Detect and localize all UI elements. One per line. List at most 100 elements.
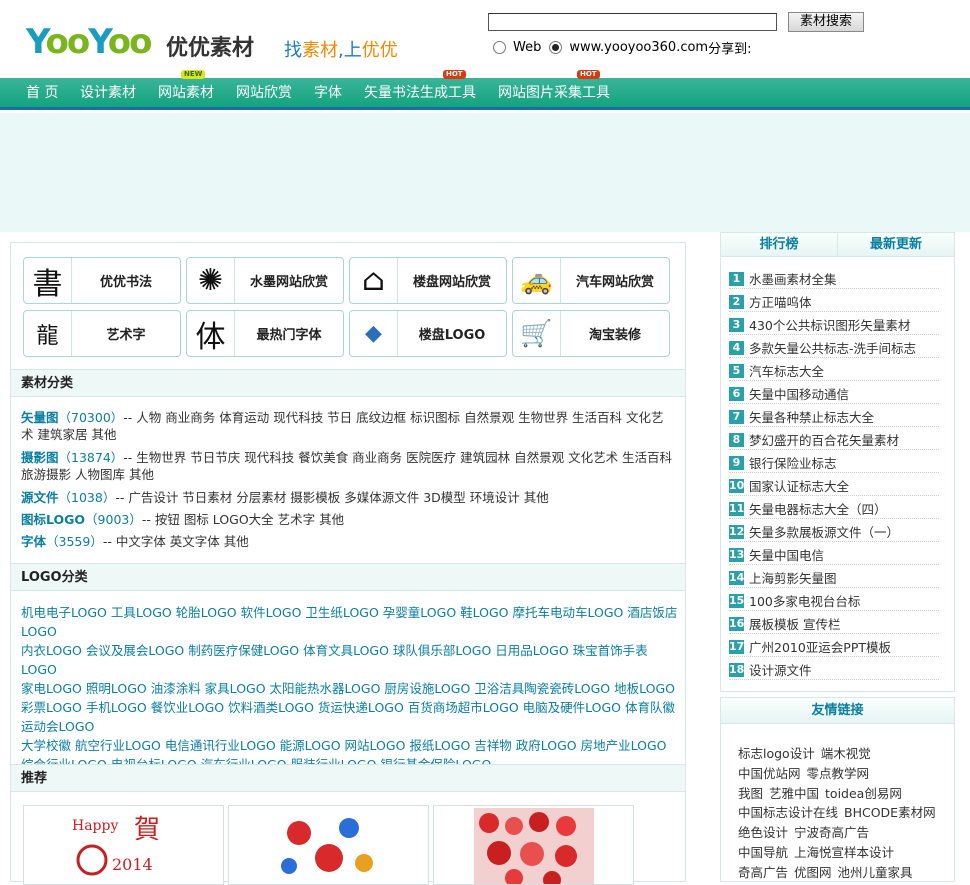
nav-home[interactable]: 首 页 — [26, 78, 58, 110]
rank-item[interactable]: 4 多款矢量公共标志-洗手间标志 — [729, 338, 939, 358]
rank-item[interactable]: 8 梦幻盛开的百合花矢量素材 — [729, 430, 939, 450]
rank-item[interactable]: 5 汽车标志大全 — [729, 361, 939, 381]
category-name[interactable]: 图标LOGO — [21, 512, 85, 527]
category-items[interactable]: -- 中文字体 英文字体 其他 — [103, 534, 249, 549]
rank-item[interactable]: 3 430个公共标识图形矢量素材 — [729, 315, 939, 335]
rank-item[interactable]: 10 国家认证标志大全 — [729, 476, 939, 496]
rank-number: 8 — [729, 432, 744, 447]
friend-link[interactable]: 池州儿童家具 — [838, 865, 913, 880]
tile-ink-site[interactable]: ✺ 水墨网站欣赏 — [186, 257, 344, 304]
friend-links-panel: 友情链接 标志logo设计 端木视觉 中国优站网 零点教学网 我图 艺雅中国 toidea创… — [720, 697, 955, 882]
category-name[interactable]: 源文件 — [21, 490, 59, 505]
tile-realestate-logo[interactable]: ◆ 楼盘LOGO — [349, 310, 507, 357]
calligraphy-icon: 書 — [24, 258, 72, 303]
friend-link[interactable]: 宁波奇高广告 — [794, 825, 869, 840]
friend-link[interactable]: 奇高广告 — [738, 865, 788, 880]
tile-art-text[interactable]: 龍 艺术字 — [23, 310, 181, 357]
category-name[interactable]: 摄影图 — [21, 450, 59, 465]
friend-link[interactable]: 优图网 — [794, 865, 832, 880]
recommend-thumb[interactable] — [433, 805, 634, 885]
rank-item[interactable]: 6 矢量中国移动通信 — [729, 384, 939, 404]
logo-link-row[interactable]: 彩票LOGO 手机LOGO 餐饮业LOGO 饮料酒类LOGO 货运快递LOGO … — [21, 698, 679, 736]
category-photo: 摄影图（13874）-- 生物世界 节日节庆 现代科技 餐饮美食 商业商务 医院… — [21, 449, 673, 483]
rank-item[interactable]: 1 水墨画素材全集 — [729, 269, 939, 289]
tile-taobao-decor[interactable]: 🛒 淘宝装修 — [512, 310, 670, 357]
rank-title[interactable]: 水墨画素材全集 — [749, 269, 837, 288]
site-logo[interactable]: YooYoo 优优素材 找素材,上优优 — [26, 22, 398, 62]
rank-item[interactable]: 7 矢量各种禁止标志大全 — [729, 407, 939, 427]
logo-link-row[interactable]: 大学校徽 航空行业LOGO 电信通讯行业LOGO 能源LOGO 网站LOGO 报… — [21, 736, 679, 755]
rank-item[interactable]: 11 矢量电器标志大全（四） — [729, 499, 939, 519]
rank-title[interactable]: 矢量各种禁止标志大全 — [749, 407, 874, 426]
nav-design-material[interactable]: 设计素材 — [80, 78, 136, 110]
house-icon: ⌂ — [350, 258, 398, 303]
rank-item[interactable]: 15 100多家电视台台标 — [729, 591, 939, 611]
tab-rank[interactable]: 排行榜 — [721, 233, 837, 256]
rank-title[interactable]: 430个公共标识图形矢量素材 — [749, 315, 910, 334]
tile-realestate-site[interactable]: ⌂ 楼盘网站欣赏 — [349, 257, 507, 304]
rank-title[interactable]: 上海剪影矢量图 — [749, 568, 837, 587]
radio-web[interactable] — [493, 41, 506, 54]
rank-title[interactable]: 矢量中国电信 — [749, 545, 824, 564]
rank-number: 1 — [729, 271, 744, 286]
rank-title[interactable]: 广州2010亚运会PPT模板 — [749, 637, 891, 656]
rank-number: 13 — [729, 547, 745, 562]
svg-text:Happy: Happy — [72, 818, 118, 834]
logo-link-row[interactable]: 家电LOGO 照明LOGO 油漆涂料 家具LOGO 太阳能热水器LOGO 厨房设… — [21, 679, 679, 698]
friend-link[interactable]: BHCODE素材网 — [844, 805, 936, 820]
nav-calligraphy-tool[interactable]: 矢量书法生成工具 — [364, 78, 476, 110]
recommend-thumb[interactable]: Happy 賀 2014 — [23, 805, 224, 885]
friend-link[interactable]: 中国导航 — [738, 845, 788, 860]
rank-title[interactable]: 矢量中国移动通信 — [749, 384, 849, 403]
friend-link[interactable]: 我图 — [738, 786, 763, 801]
rank-item[interactable]: 17 广州2010亚运会PPT模板 — [729, 637, 939, 657]
category-name[interactable]: 矢量图 — [21, 410, 59, 425]
category-name[interactable]: 字体 — [21, 534, 46, 549]
rank-item[interactable]: 12 矢量多款展板源文件（一） — [729, 522, 939, 542]
rank-title[interactable]: 100多家电视台台标 — [749, 591, 860, 610]
rank-title[interactable]: 矢量电器标志大全（四） — [749, 499, 887, 518]
search-button[interactable]: 素材搜索 — [788, 12, 864, 32]
rank-item[interactable]: 16 展板模板 宣传栏 — [729, 614, 939, 634]
logo-link-row[interactable]: 机电电子LOGO 工具LOGO 轮胎LOGO 软件LOGO 卫生纸LOGO 孕婴… — [21, 603, 679, 641]
logo-link-row[interactable]: 内衣LOGO 会议及展会LOGO 制药医疗保健LOGO 体育文具LOGO 球队俱… — [21, 641, 679, 679]
rank-title[interactable]: 方正喵呜体 — [749, 292, 812, 311]
rank-item[interactable]: 13 矢量中国电信 — [729, 545, 939, 565]
tab-latest[interactable]: 最新更新 — [837, 233, 954, 256]
rank-title[interactable]: 梦幻盛开的百合花矢量素材 — [749, 430, 899, 449]
friend-link[interactable]: 标志logo设计 — [738, 746, 815, 761]
friend-link[interactable]: 上海悦宣样本设计 — [794, 845, 894, 860]
rank-item[interactable]: 14 上海剪影矢量图 — [729, 568, 939, 588]
rank-title[interactable]: 矢量多款展板源文件（一） — [749, 522, 899, 541]
search-input[interactable] — [488, 13, 777, 31]
rank-title[interactable]: 设计源文件 — [749, 660, 812, 679]
rank-item[interactable]: 18 设计源文件 — [729, 660, 939, 680]
friend-link[interactable]: 中国标志设计在线 — [738, 805, 838, 820]
rank-title[interactable]: 展板模板 宣传栏 — [749, 614, 840, 633]
rank-title[interactable]: 银行保险业标志 — [749, 453, 837, 472]
nav-image-collector[interactable]: 网站图片采集工具 — [498, 78, 610, 110]
friend-link[interactable]: 零点教学网 — [807, 766, 870, 781]
recommend-thumb[interactable] — [228, 805, 429, 885]
tile-hot-font[interactable]: 体 最热门字体 — [186, 310, 344, 357]
nav-web-showcase[interactable]: 网站欣赏 — [236, 78, 292, 110]
friend-link[interactable]: toidea创易网 — [825, 786, 902, 801]
friend-link[interactable]: 艺雅中国 — [769, 786, 819, 801]
friend-link[interactable]: 端木视觉 — [821, 746, 871, 761]
category-items[interactable]: -- 按钮 图标 LOGO大全 艺术字 其他 — [142, 512, 344, 527]
friend-link[interactable]: 绝色设计 — [738, 825, 788, 840]
category-count: （13874） — [58, 450, 124, 465]
rank-title[interactable]: 汽车标志大全 — [749, 361, 824, 380]
nav-font[interactable]: 字体 — [314, 78, 342, 110]
friend-link[interactable]: 中国优站网 — [738, 766, 801, 781]
tile-calligraphy[interactable]: 書 优优书法 — [23, 257, 181, 304]
radio-site[interactable] — [549, 41, 563, 54]
rank-title[interactable]: 多款矢量公共标志-洗手间标志 — [749, 338, 916, 357]
rank-item[interactable]: 9 银行保险业标志 — [729, 453, 939, 473]
category-items[interactable]: -- 广告设计 节日素材 分层素材 摄影模板 多媒体源文件 3D模型 环境设计 … — [115, 490, 548, 505]
nav-web-material[interactable]: 网站素材 — [158, 78, 214, 110]
rank-item[interactable]: 2 方正喵呜体 — [729, 292, 939, 312]
rank-title[interactable]: 国家认证标志大全 — [749, 476, 849, 495]
tile-car-site[interactable]: 🚕 汽车网站欣赏 — [512, 257, 670, 304]
section-recommend: 推荐 — [11, 764, 685, 792]
